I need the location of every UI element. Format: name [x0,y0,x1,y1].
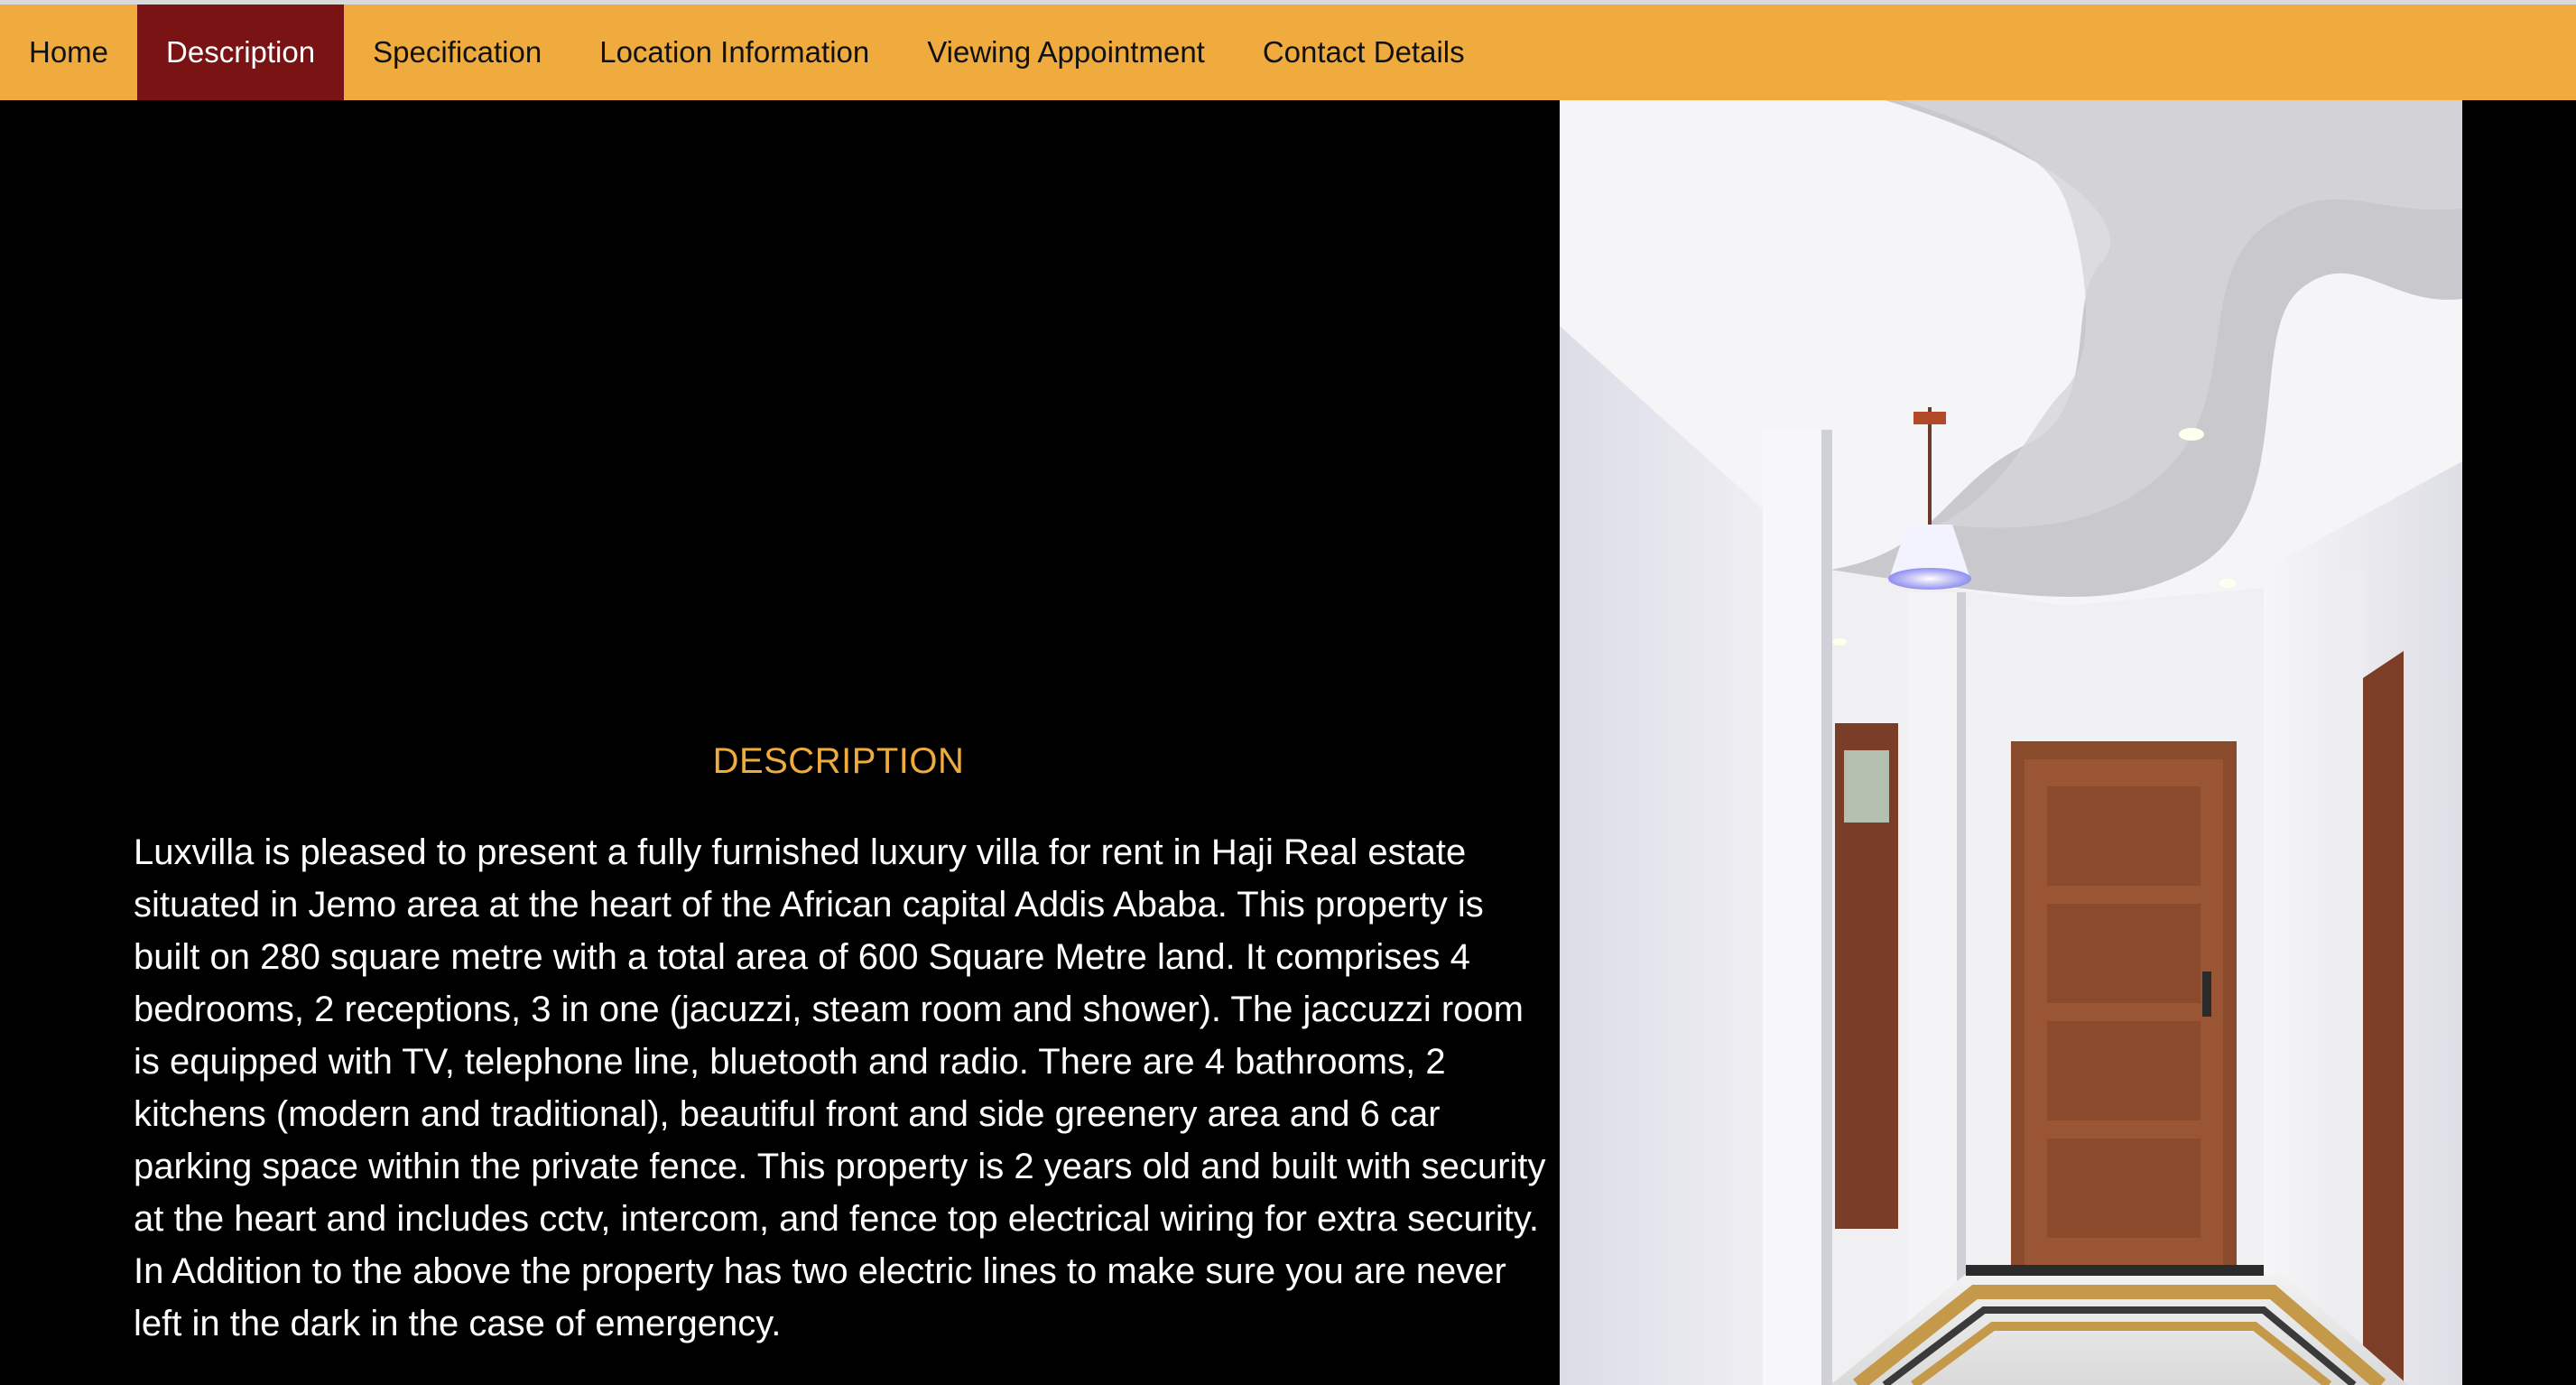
nav-item-location-information[interactable]: Location Information [570,5,898,100]
nav-item-specification[interactable]: Specification [344,5,570,100]
description-section: DESCRIPTION Luxvilla is pleased to prese… [0,100,1560,1385]
nav-item-description[interactable]: Description [137,5,345,100]
hallway-photo [1560,100,2462,1385]
nav-item-contact-details[interactable]: Contact Details [1234,5,1494,100]
description-heading: DESCRIPTION [712,741,965,781]
main-content: DESCRIPTION Luxvilla is pleased to prese… [0,100,2576,1385]
nav-item-viewing-appointment[interactable]: Viewing Appointment [898,5,1234,100]
description-text: Luxvilla is pleased to present a fully f… [134,832,1546,1343]
right-margin [2462,100,2576,1385]
nav-item-home[interactable]: Home [0,5,137,100]
main-navigation: Home Description Specification Location … [0,5,2576,100]
